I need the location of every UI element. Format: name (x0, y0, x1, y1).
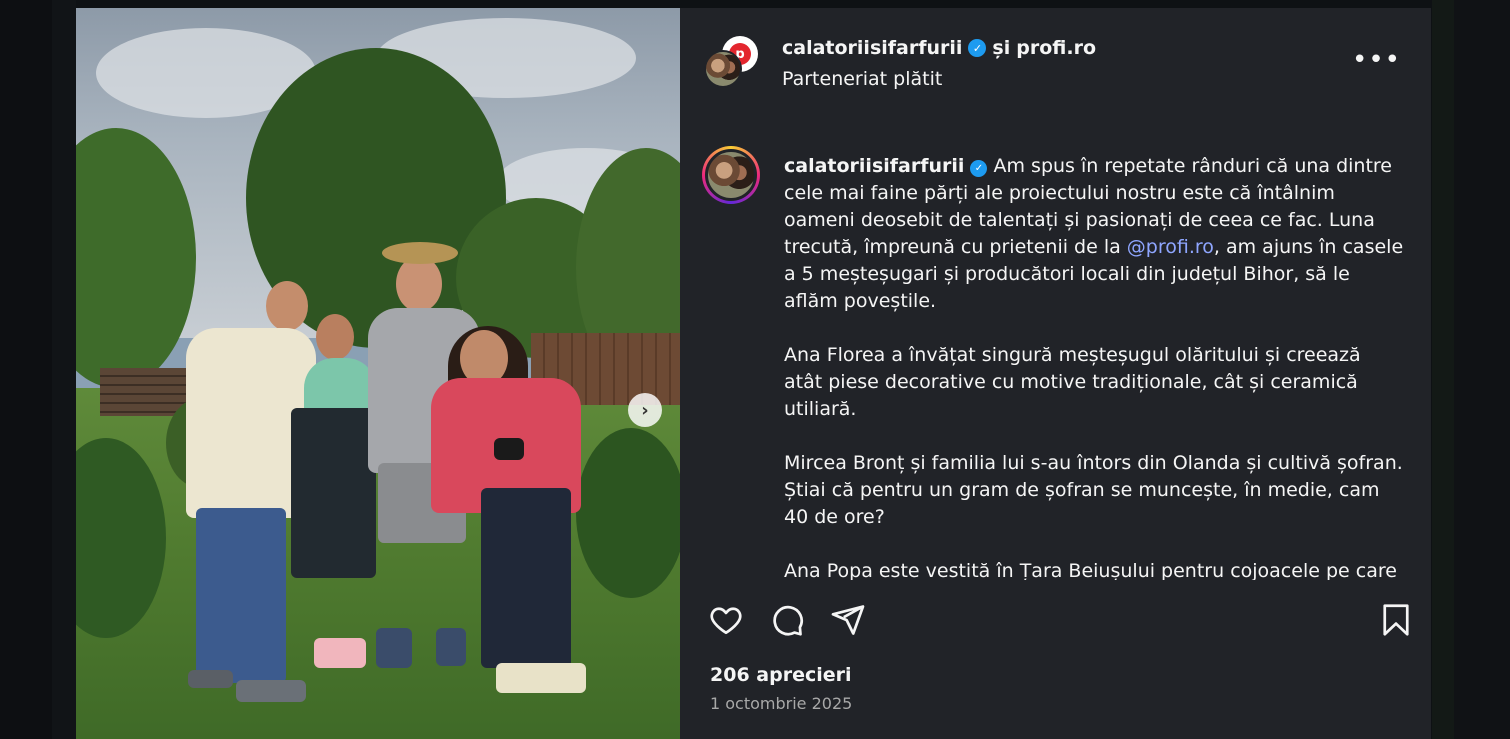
caption-paragraph-2: Ana Florea a învățat singură meșteșugul … (784, 344, 1361, 420)
verified-badge-icon: ✓ (968, 39, 987, 57)
comment-icon[interactable] (769, 602, 805, 638)
authors-conjunction: și (992, 37, 1011, 59)
page-edge (1454, 0, 1510, 739)
likes-count[interactable]: 206 aprecieri (710, 664, 852, 686)
mention-link[interactable]: @profi.ro (1127, 236, 1214, 258)
next-photo-button[interactable]: › (628, 393, 662, 427)
post-header: p calatoriisifarfurii ✓ și profi.ro Part… (680, 8, 1431, 108)
partner-username-link[interactable]: profi.ro (1016, 37, 1096, 59)
post-authors: calatoriisifarfurii ✓ și profi.ro (782, 37, 1096, 59)
caption-verified-icon: ✓ (970, 160, 988, 177)
caption-author-avatar[interactable] (702, 146, 760, 204)
caption-paragraph-3: Mircea Bronț și familia lui s-au întors … (784, 452, 1403, 528)
caption-scroll-area[interactable]: calatoriisifarfurii ✓ Am spus în repetat… (680, 108, 1431, 580)
action-bar (680, 598, 1431, 642)
author-username-link[interactable]: calatoriisifarfurii (782, 37, 962, 59)
caption-paragraph-4: Ana Popa este vestită în Țara Beiușului … (784, 560, 1397, 580)
post-modal: › p calatoriisifarfurii ✓ și profi.ro Pa… (76, 8, 1431, 739)
like-icon[interactable] (708, 602, 744, 638)
caption-text: calatoriisifarfurii ✓ Am spus în repetat… (784, 153, 1404, 580)
collab-avatars[interactable]: p (704, 36, 762, 92)
caption-username-link[interactable]: calatoriisifarfurii (784, 155, 964, 177)
post-details-panel: p calatoriisifarfurii ✓ și profi.ro Part… (680, 8, 1431, 739)
save-icon[interactable] (1378, 602, 1414, 638)
more-options-button[interactable]: ••• (1352, 47, 1401, 73)
post-photo: › (76, 8, 680, 739)
post-date: 1 octombrie 2025 (710, 694, 853, 713)
author-avatar[interactable] (704, 50, 742, 88)
paid-partnership-label[interactable]: Parteneriat plătit (782, 68, 942, 90)
share-icon[interactable] (830, 602, 866, 638)
